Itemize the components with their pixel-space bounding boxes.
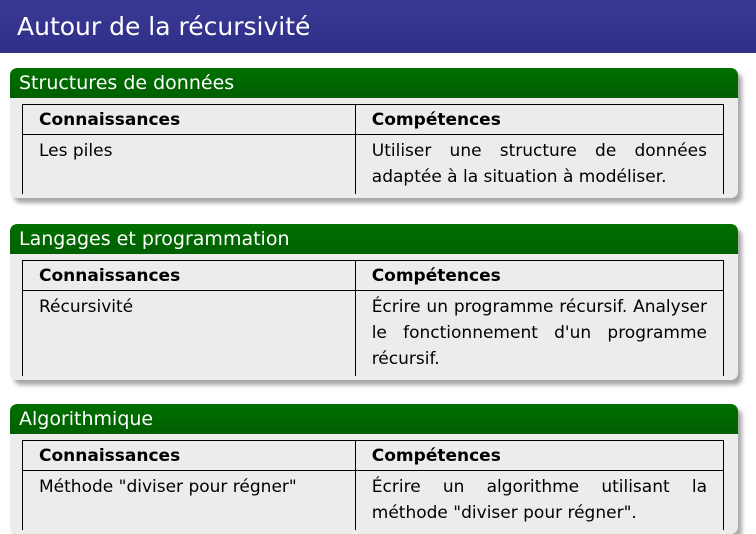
header-connaissances: Connaissances xyxy=(22,104,356,135)
frame-title: Autour de la récursivité xyxy=(0,0,756,53)
table-header-row: Connaissances Compétences xyxy=(22,440,725,471)
skills-cell: Écrire un algorithme utilisant la méthod… xyxy=(355,470,725,530)
block-title: Langages et programmation xyxy=(10,224,738,254)
table-header-row: Connaissances Compétences xyxy=(22,260,725,291)
skills-table: Connaissances Compétences Récursivité Éc… xyxy=(22,260,725,376)
table-row: Récursivité Écrire un programme récursif… xyxy=(22,290,725,376)
skills-table: Connaissances Compétences Méthode "divis… xyxy=(22,440,725,530)
knowledge-cell: Récursivité xyxy=(22,290,356,376)
header-competences: Compétences xyxy=(355,104,725,135)
header-competences: Compétences xyxy=(355,440,725,471)
table-row: Les piles Utiliser une structure de donn… xyxy=(22,134,725,194)
skills-cell: Écrire un programme récursif. Analyser l… xyxy=(355,290,725,376)
block-title: Structures de données xyxy=(10,68,738,98)
header-competences: Compétences xyxy=(355,260,725,291)
knowledge-cell: Les piles xyxy=(22,134,356,194)
table-header-row: Connaissances Compétences xyxy=(22,104,725,135)
block-structures-de-donnees: Structures de données Connaissances Comp… xyxy=(10,68,738,198)
header-connaissances: Connaissances xyxy=(22,440,356,471)
skills-table: Connaissances Compétences Les piles Util… xyxy=(22,104,725,194)
table-row: Méthode "diviser pour régner" Écrire un … xyxy=(22,470,725,530)
header-connaissances: Connaissances xyxy=(22,260,356,291)
knowledge-cell: Méthode "diviser pour régner" xyxy=(22,470,356,530)
block-algorithmique: Algorithmique Connaissances Compétences … xyxy=(10,404,738,534)
skills-cell: Utiliser une structure de données adapté… xyxy=(355,134,725,194)
block-title: Algorithmique xyxy=(10,404,738,434)
block-langages-et-programmation: Langages et programmation Connaissances … xyxy=(10,224,738,380)
